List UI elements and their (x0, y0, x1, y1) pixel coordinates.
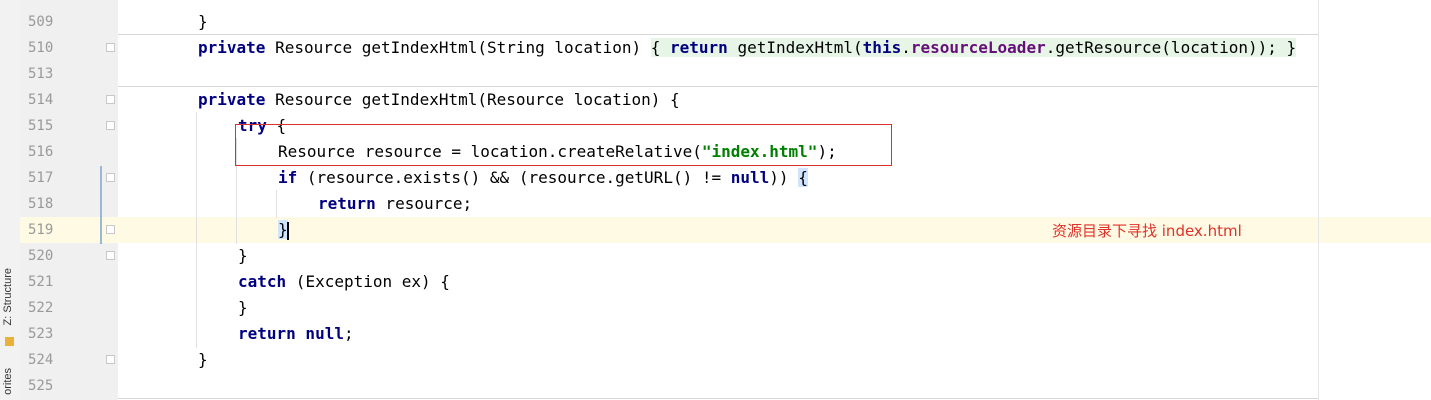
annotation-note: 资源目录下寻找 index.html (1052, 222, 1242, 240)
code-text[interactable]: } (198, 347, 208, 373)
annotation-highlight-box (235, 124, 892, 166)
fold-collapse-icon[interactable] (106, 121, 115, 130)
fold-collapse-icon[interactable] (106, 95, 115, 104)
code-line: 524 } (0, 347, 1431, 373)
fold-end-icon[interactable] (106, 355, 115, 364)
line-number[interactable]: 509 (28, 9, 68, 35)
code-line: 513 (0, 61, 1431, 87)
code-text[interactable]: catch (Exception ex) { (238, 269, 450, 295)
code-text[interactable]: } (238, 295, 248, 321)
line-number[interactable]: 514 (28, 87, 68, 113)
code-text[interactable]: } (198, 9, 208, 35)
line-number[interactable]: 520 (28, 243, 68, 269)
code-line: 520 } (0, 243, 1431, 269)
code-line: 521 catch (Exception ex) { (0, 269, 1431, 295)
code-text[interactable]: private Resource getIndexHtml(String loc… (198, 35, 1297, 61)
line-number[interactable]: 524 (28, 347, 68, 373)
code-line: 517 if (resource.exists() && (resource.g… (0, 165, 1431, 191)
code-text[interactable]: return resource; (318, 191, 472, 217)
code-line: 509 } (0, 9, 1431, 35)
line-number[interactable]: 518 (28, 191, 68, 217)
line-number[interactable]: 515 (28, 113, 68, 139)
code-line: 514 private Resource getIndexHtml(Resour… (0, 87, 1431, 113)
line-number[interactable]: 523 (28, 321, 68, 347)
code-text[interactable]: } (278, 217, 289, 243)
code-text[interactable]: return null; (238, 321, 354, 347)
text-caret (286, 221, 289, 240)
fold-expand-icon[interactable] (106, 43, 115, 52)
code-text[interactable]: private Resource getIndexHtml(Resource l… (198, 87, 680, 113)
code-line: 522 } (0, 295, 1431, 321)
code-line: 518 return resource; (0, 191, 1431, 217)
line-number[interactable]: 517 (28, 165, 68, 191)
fold-end-icon[interactable] (106, 225, 115, 234)
code-line: 525 (0, 373, 1431, 399)
line-number[interactable]: 510 (28, 35, 68, 61)
fold-end-icon[interactable] (106, 251, 115, 260)
code-line: 523 return null; (0, 321, 1431, 347)
line-number[interactable]: 525 (28, 373, 68, 399)
line-number[interactable]: 513 (28, 61, 68, 87)
fold-collapse-icon[interactable] (106, 173, 115, 182)
line-number[interactable]: 519 (28, 217, 68, 243)
code-text[interactable]: if (resource.exists() && (resource.getUR… (278, 165, 808, 191)
line-number[interactable]: 522 (28, 295, 68, 321)
line-number[interactable]: 516 (28, 139, 68, 165)
line-number[interactable]: 521 (28, 269, 68, 295)
code-text[interactable]: } (238, 243, 248, 269)
code-line: 510 private Resource getIndexHtml(String… (0, 35, 1431, 61)
